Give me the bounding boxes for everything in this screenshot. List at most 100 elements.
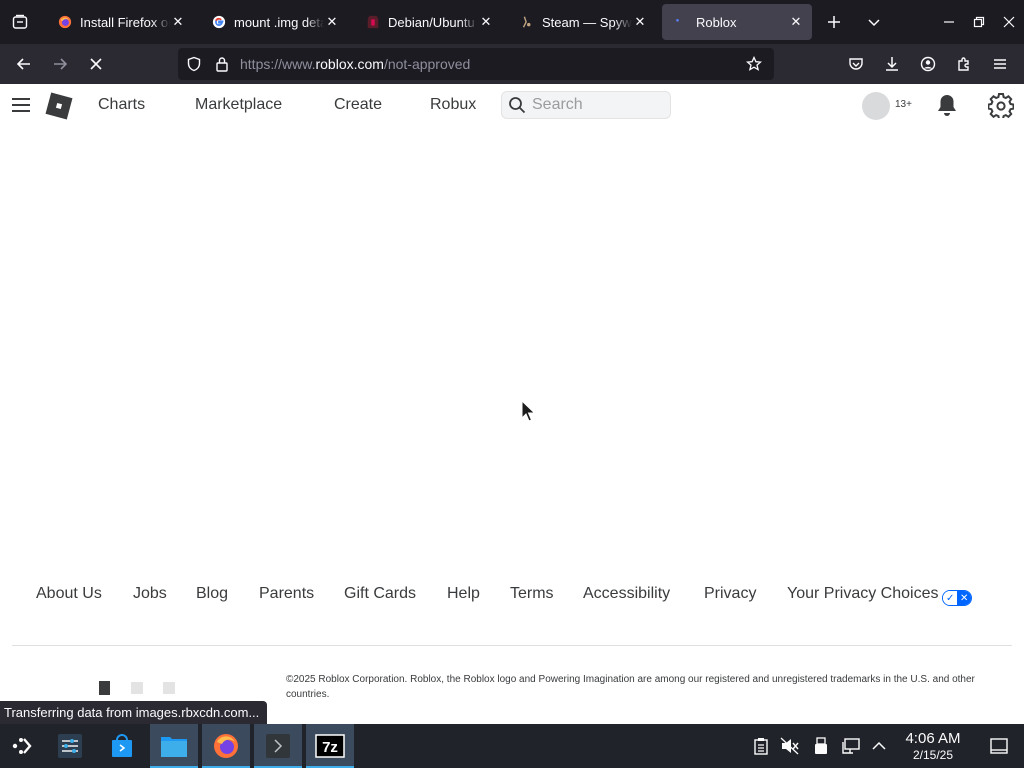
footer-link-jobs[interactable]: Jobs [133, 585, 167, 603]
tab-install-firefox[interactable]: Install Firefox on Linux ✕ [46, 4, 194, 40]
steam-icon [522, 16, 531, 28]
clipboard-button[interactable] [746, 724, 776, 768]
nav-robux[interactable]: Robux [430, 84, 476, 126]
minimize-icon [944, 21, 954, 23]
taskbar: 7z 4:06 AM 2/15/25 [0, 724, 1024, 768]
search-box[interactable] [501, 91, 671, 119]
roblox-header: Charts Marketplace Create Robux 13+ [0, 84, 1024, 126]
age-badge: 13+ [895, 99, 912, 110]
privacy-choices-icon[interactable]: ✓ ✕ [942, 590, 972, 606]
footer-divider [12, 645, 1012, 646]
usb-device-icon [815, 737, 827, 754]
show-desktop-button[interactable] [984, 724, 1014, 768]
footer-link-privacy-choices[interactable]: Your Privacy Choices [787, 585, 938, 603]
back-button[interactable] [8, 48, 40, 80]
close-tab-icon[interactable]: ✕ [632, 14, 648, 30]
discover-store-button[interactable] [98, 724, 146, 768]
copyright-text: ©2025 Roblox Corporation. Roblox, the Ro… [286, 674, 975, 700]
downloads-button[interactable] [876, 48, 908, 80]
usb-device-button[interactable] [806, 724, 836, 768]
extensions-button[interactable] [948, 48, 980, 80]
list-all-tabs-button[interactable] [856, 4, 892, 40]
new-tab-button[interactable] [816, 4, 852, 40]
search-icon[interactable] [502, 91, 532, 119]
notifications-bell-icon[interactable] [934, 92, 960, 118]
footer-link-gift-cards[interactable]: Gift Cards [344, 585, 416, 603]
url-bar[interactable]: https://www.roblox.com/not-approved [178, 48, 774, 80]
browser-status-text: Transferring data from images.rbxcdn.com… [0, 701, 268, 724]
nav-charts[interactable]: Charts [98, 84, 145, 126]
file-manager-button[interactable] [150, 724, 198, 768]
firefox-taskbar-button[interactable] [202, 724, 250, 768]
roblox-menu-button[interactable] [8, 92, 34, 118]
browser-tab-strip: Install Firefox on Linux ✕ mount .img de… [0, 0, 1024, 44]
tab-title: mount .img details [234, 14, 324, 30]
tracking-protection-icon[interactable] [180, 48, 208, 80]
close-tab-icon[interactable]: ✕ [788, 14, 804, 30]
discover-store-icon [112, 734, 132, 757]
footer-link-parents[interactable]: Parents [259, 585, 314, 603]
minimize-button[interactable] [934, 0, 964, 44]
volume-button[interactable] [775, 724, 805, 768]
chevron-up-icon [872, 741, 886, 750]
clock-time: 4:06 AM [905, 730, 961, 747]
terminal-button[interactable] [254, 724, 302, 768]
forward-button[interactable] [44, 48, 76, 80]
tray-expand-button[interactable] [864, 724, 894, 768]
stop-loading-button[interactable] [80, 48, 112, 80]
app-menu-button[interactable] [984, 48, 1016, 80]
bookmark-star-icon[interactable] [740, 48, 768, 80]
footer-link-privacy[interactable]: Privacy [704, 585, 756, 603]
pocket-button[interactable] [840, 48, 872, 80]
account-button[interactable] [912, 48, 944, 80]
lock-icon[interactable] [208, 48, 236, 80]
tab-roblox[interactable]: Roblox ✕ [662, 4, 812, 40]
app-launcher-button[interactable] [0, 724, 44, 768]
footer-link-about-us[interactable]: About Us [36, 585, 102, 603]
show-desktop-icon [990, 738, 1008, 754]
pocket-icon [849, 58, 863, 70]
settings-gear-icon[interactable] [988, 92, 1014, 118]
7zip-button[interactable]: 7z [306, 724, 354, 768]
firefox-view-button[interactable] [0, 0, 40, 44]
tab-mount-img[interactable]: mount .img details ✕ [200, 4, 348, 40]
mouse-cursor-icon [521, 400, 536, 422]
download-icon [886, 57, 898, 71]
browser-navigation-bar: https://www.roblox.com/not-approved [0, 44, 1024, 84]
footer-link-help[interactable]: Help [447, 585, 480, 603]
nav-marketplace[interactable]: Marketplace [195, 84, 282, 126]
clock[interactable]: 4:06 AM 2/15/25 [896, 730, 970, 762]
loading-spinner-block [99, 681, 110, 695]
clipboard-icon [754, 738, 768, 755]
system-settings-button[interactable] [46, 724, 94, 768]
nav-create[interactable]: Create [334, 84, 382, 126]
tab-debian-ubuntu[interactable]: Debian/Ubuntu ✕ [354, 4, 502, 40]
close-window-button[interactable] [994, 0, 1024, 44]
url-text[interactable]: https://www.roblox.com/not-approved [240, 56, 470, 72]
plus-icon [828, 16, 840, 28]
volume-muted-icon [780, 737, 799, 755]
debian-icon [367, 15, 379, 29]
hamburger-menu-icon [12, 98, 30, 112]
search-input[interactable] [532, 96, 662, 114]
7zip-icon: 7z [315, 734, 345, 758]
loading-spinner-block [131, 682, 143, 694]
footer-link-accessibility[interactable]: Accessibility [583, 585, 670, 603]
tab-title: Install Firefox on Linux [80, 14, 170, 30]
close-icon [1003, 16, 1015, 28]
tab-title: Roblox [696, 14, 737, 30]
roblox-logo-icon[interactable] [45, 92, 73, 120]
close-tab-icon[interactable]: ✕ [478, 14, 494, 30]
tab-title: Steam — Spyware [542, 14, 632, 30]
close-tab-icon[interactable]: ✕ [170, 14, 186, 30]
tab-steam[interactable]: Steam — Spyware ✕ [508, 4, 656, 40]
close-tab-icon[interactable]: ✕ [324, 14, 340, 30]
restore-button[interactable] [964, 0, 994, 44]
loading-dot-icon [676, 18, 679, 22]
network-button[interactable] [836, 724, 866, 768]
avatar[interactable] [862, 92, 890, 120]
footer-link-blog[interactable]: Blog [196, 585, 228, 603]
arrow-left-icon [16, 58, 30, 70]
footer-link-terms[interactable]: Terms [510, 585, 554, 603]
restore-icon [973, 16, 985, 28]
